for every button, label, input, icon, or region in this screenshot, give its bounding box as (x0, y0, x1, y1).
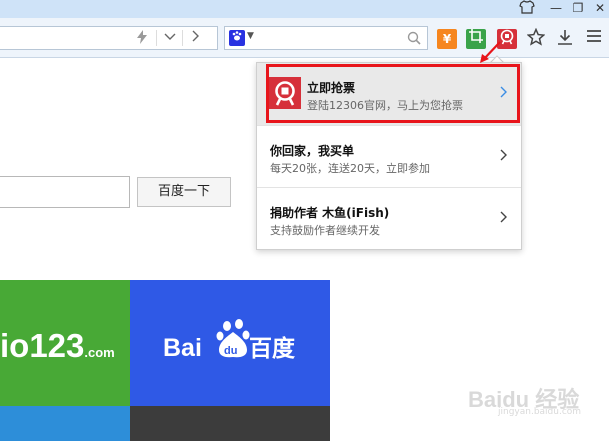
tile-blue-partial[interactable] (0, 406, 130, 441)
popup-item-go-home[interactable]: 你回家，我买单 每天20张，连送20天，立即参加 (257, 125, 521, 187)
baidu-jingyan-watermark: Baidu 经验 jingyan.baidu.com (468, 378, 602, 422)
baidu-search-button[interactable]: 百度一下 (137, 177, 231, 207)
baidu-logo-du: du (224, 345, 237, 357)
chevron-down-icon[interactable] (162, 29, 178, 47)
chevron-right-icon (499, 210, 511, 226)
address-bar[interactable] (0, 26, 218, 50)
popup-item-donate[interactable]: 捐助作者 木鱼(iFish) 支持鼓励作者继续开发 (257, 187, 521, 249)
tile-dark-partial[interactable] (130, 406, 330, 441)
popup-item-desc: 每天20张，连送20天，立即参加 (270, 162, 430, 175)
maximize-icon[interactable]: ❐ (567, 0, 589, 16)
popup-item-desc: 支持鼓励作者继续开发 (270, 224, 380, 237)
divider (182, 30, 183, 46)
close-icon[interactable]: ✕ (589, 0, 609, 16)
popup-item-title: 捐助作者 木鱼(iFish) (270, 206, 390, 220)
title-bar: — ❐ ✕ (0, 0, 609, 18)
baidu-paw-icon[interactable] (229, 30, 245, 46)
popup-item-title: 你回家，我买单 (270, 144, 355, 158)
annotation-arrow-icon (480, 41, 501, 63)
star-icon[interactable] (525, 27, 547, 50)
minimize-icon[interactable]: — (545, 0, 567, 16)
skin-shirt-icon[interactable] (516, 0, 538, 16)
hao123-logo-text: io123 (0, 327, 85, 364)
chevron-right-icon[interactable] (188, 29, 204, 47)
page-search-input[interactable] (0, 176, 130, 208)
hao123-logo: io123.com (0, 326, 125, 366)
highlight-box (266, 64, 520, 123)
menu-icon[interactable] (583, 28, 605, 50)
lightning-icon[interactable] (134, 30, 150, 46)
download-icon[interactable] (554, 28, 576, 50)
engine-dropdown-icon[interactable]: ▼ (247, 31, 254, 41)
baidu-logo-prefix: Bai (163, 334, 202, 362)
yen-icon[interactable]: ¥ (437, 29, 457, 49)
search-box[interactable]: ▼ (224, 26, 428, 50)
search-icon[interactable] (407, 30, 423, 46)
watermark-url: jingyan.baidu.com (498, 407, 582, 417)
divider (156, 30, 157, 46)
hao123-logo-suffix: .com (84, 345, 115, 360)
browser-toolbar: ▼ ¥ (0, 18, 609, 58)
chevron-right-icon (499, 148, 511, 164)
baidu-logo: Bai du 百度 (163, 316, 303, 366)
baidu-logo-cn: 百度 (249, 335, 296, 362)
